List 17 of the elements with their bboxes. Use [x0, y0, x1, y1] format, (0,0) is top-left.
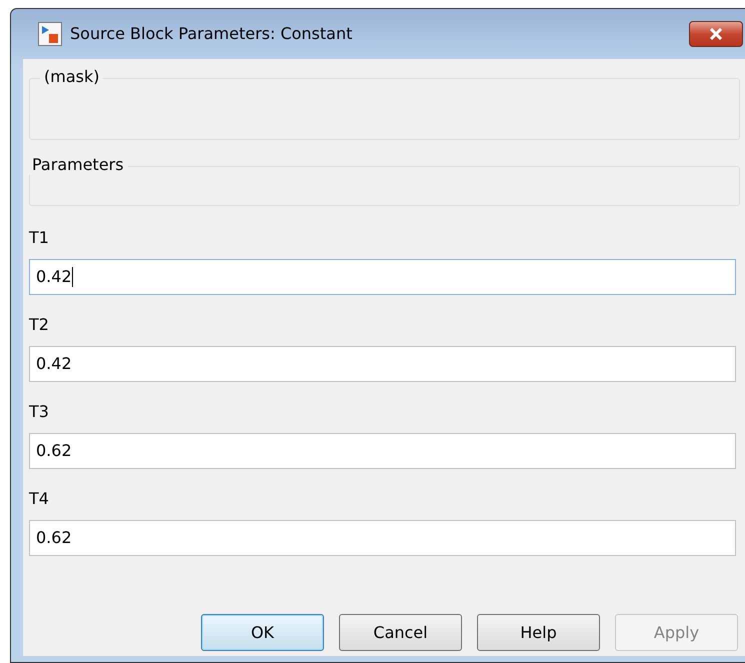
input-field[interactable]: 0.62 — [29, 433, 736, 469]
input-field[interactable]: 0.42 — [29, 346, 736, 382]
field-label: T3 — [29, 401, 50, 423]
dialog-button[interactable]: Help — [477, 614, 600, 651]
input-field[interactable]: 0.62 — [29, 520, 736, 556]
group-title: Parameters — [28, 155, 128, 175]
close-button[interactable] — [689, 21, 743, 47]
group-title: (mask) — [40, 67, 104, 87]
field-label: T2 — [29, 314, 50, 336]
field-label: T4 — [29, 488, 50, 510]
field-label: T1 — [29, 227, 50, 249]
block-icon — [38, 22, 62, 46]
dialog-button[interactable]: Cancel — [339, 614, 462, 651]
input-field[interactable]: 0.42 — [29, 259, 736, 295]
dialog-button[interactable]: OK — [201, 614, 324, 651]
close-icon — [709, 28, 723, 40]
window-title: Source Block Parameters: Constant — [70, 23, 352, 45]
